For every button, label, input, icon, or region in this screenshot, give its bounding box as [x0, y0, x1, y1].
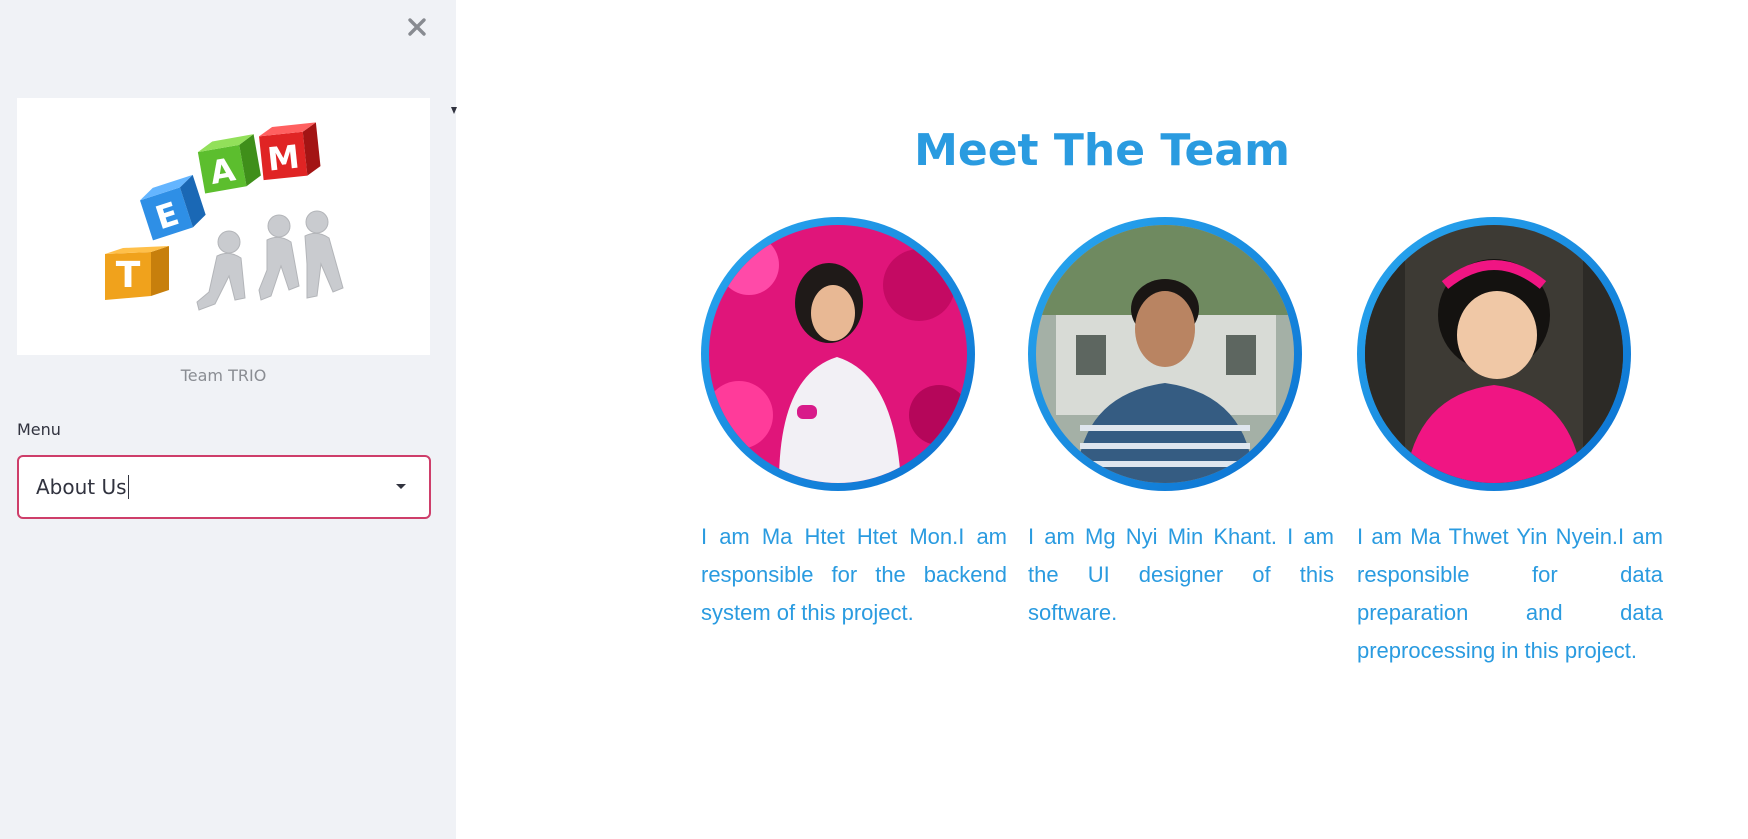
- team-member-card: I am Ma Htet Htet Mon.I am responsible f…: [701, 217, 1007, 632]
- chevron-down-icon[interactable]: [395, 483, 407, 491]
- member-bio: I am Ma Thwet Yin Nyein.I am responsible…: [1357, 524, 1663, 663]
- team-member-card: I am Ma Thwet Yin Nyein.I am responsible…: [1357, 217, 1663, 670]
- text-cursor: [127, 475, 129, 499]
- sidebar-edge-mark: [451, 107, 457, 114]
- close-icon: [408, 18, 426, 36]
- sidebar: T E A M Team TRIO Menu About Us: [0, 0, 456, 839]
- team-logo-image: T E A M: [17, 98, 430, 355]
- page-title: Meet The Team: [914, 125, 1290, 176]
- avatar: [701, 217, 975, 491]
- menu-label: Menu: [17, 420, 61, 439]
- avatar: [1028, 217, 1302, 491]
- close-sidebar-button[interactable]: [402, 10, 432, 44]
- member-bio: I am Mg Nyi Min Khant. I am the UI desig…: [1028, 524, 1334, 625]
- member-bio: I am Ma Htet Htet Mon.I am responsible f…: [701, 524, 1007, 625]
- team-member-card: I am Mg Nyi Min Khant. I am the UI desig…: [1028, 217, 1334, 632]
- menu-select-value[interactable]: About Us: [36, 475, 129, 499]
- logo-caption: Team TRIO: [180, 366, 267, 385]
- cube-letter-t: T: [116, 255, 141, 296]
- cube-letter-m: M: [266, 137, 302, 178]
- avatar: [1357, 217, 1631, 491]
- menu-select[interactable]: About Us: [17, 455, 431, 519]
